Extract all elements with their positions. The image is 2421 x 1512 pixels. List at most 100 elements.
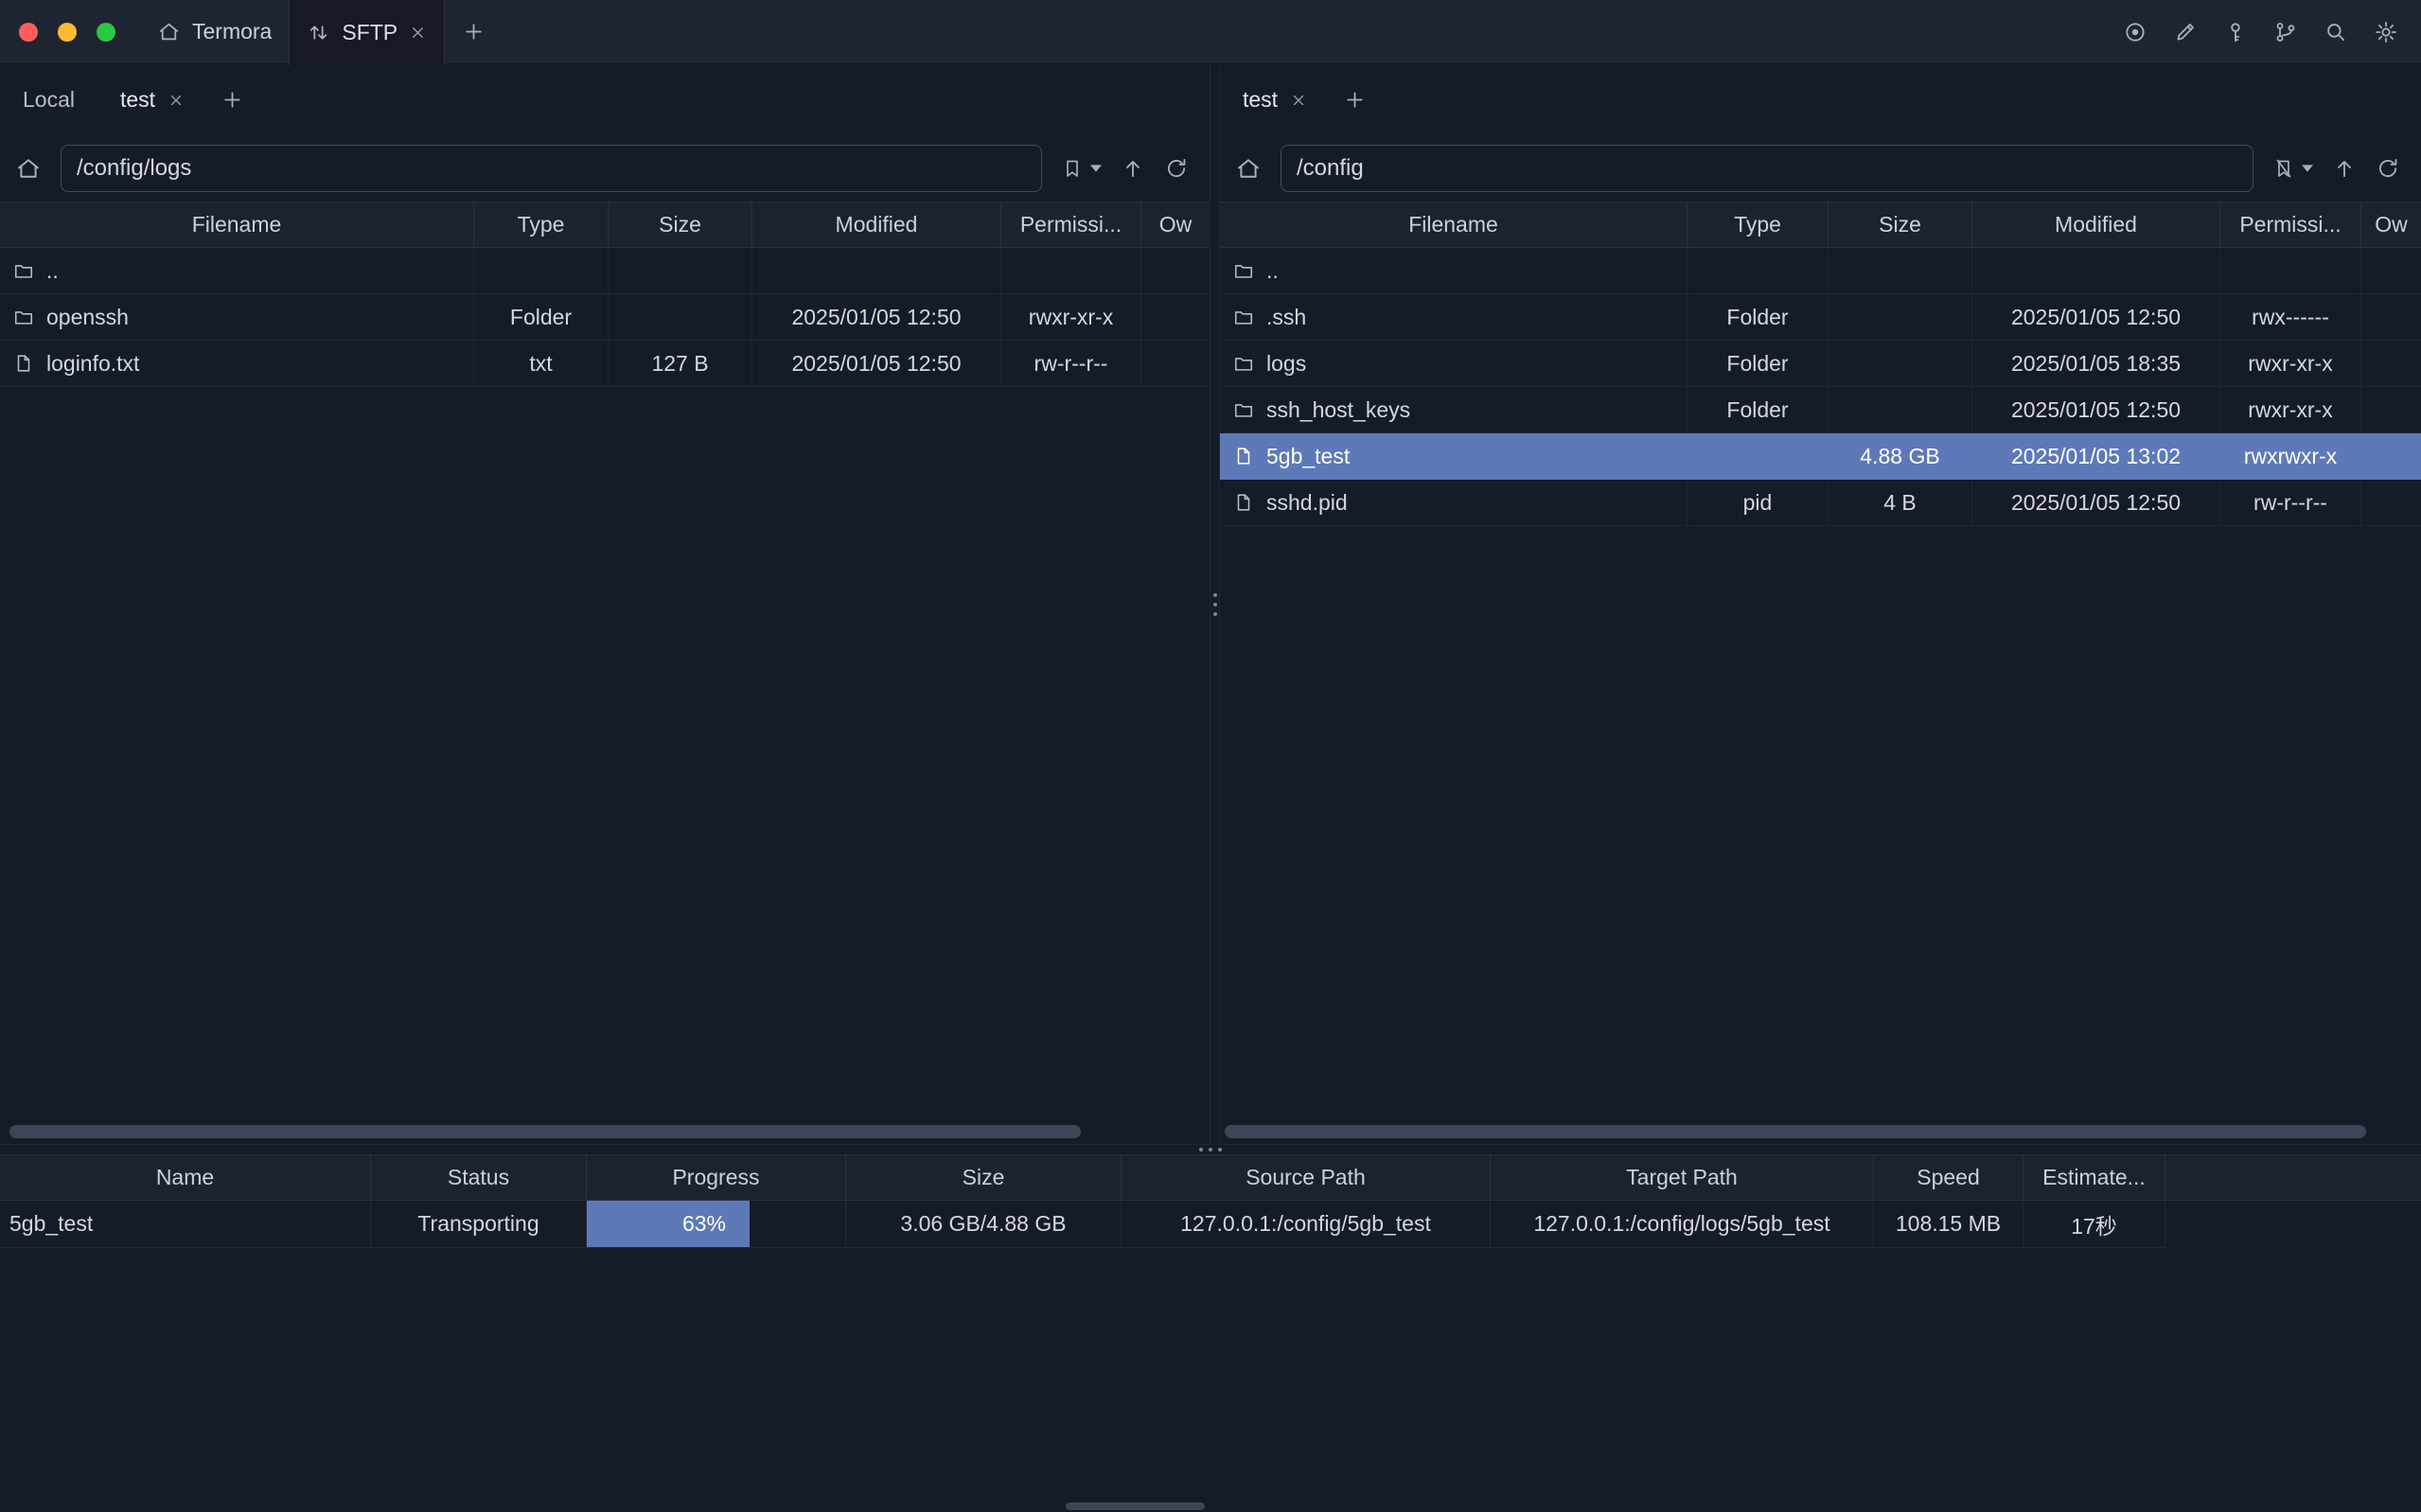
folder-icon <box>13 307 34 327</box>
size-cell <box>1829 248 1972 294</box>
owner-cell <box>2361 433 2421 480</box>
file-icon <box>13 353 34 374</box>
tab-label: SFTP <box>342 20 398 45</box>
horizontal-scrollbar-thumb[interactable] <box>9 1125 1081 1138</box>
modified-cell: 2025/01/05 12:50 <box>1972 480 2220 526</box>
edit-button[interactable] <box>2173 20 2198 44</box>
file-row-selected[interactable]: 5gb_test 4.88 GB 2025/01/05 13:02 rwxrwx… <box>1220 433 2421 480</box>
column-header-progress[interactable]: Progress <box>587 1155 846 1200</box>
column-header-filename[interactable]: Filename <box>1220 202 1688 247</box>
search-button[interactable] <box>2324 20 2348 44</box>
column-header-size[interactable]: Size <box>846 1155 1122 1200</box>
column-header-size[interactable]: Size <box>609 202 752 247</box>
new-window-tab-button[interactable] <box>445 0 503 63</box>
tab-test[interactable]: test <box>1228 87 1322 113</box>
column-header-status[interactable]: Status <box>371 1155 587 1200</box>
add-tab-button[interactable] <box>1337 88 1372 112</box>
refresh-button[interactable] <box>1164 156 1189 181</box>
file-icon <box>1233 446 1254 466</box>
bookmark-button[interactable] <box>1061 157 1102 180</box>
titlebar: Termora SFTP <box>0 0 2421 64</box>
column-header-filename[interactable]: Filename <box>0 202 474 247</box>
parent-directory-button[interactable] <box>2332 156 2357 181</box>
column-header-type[interactable]: Type <box>474 202 609 247</box>
tab-local[interactable]: Local <box>8 87 90 113</box>
home-button[interactable] <box>15 155 42 182</box>
filename-cell: .. <box>1220 248 1688 294</box>
close-tab-icon[interactable] <box>168 92 185 109</box>
file-row[interactable]: .. <box>1220 248 2421 294</box>
right-file-table-header: Filename Type Size Modified Permissi... … <box>1220 202 2421 248</box>
filename: .ssh <box>1266 305 1306 330</box>
parent-directory-button[interactable] <box>1121 156 1145 181</box>
column-header-permissions[interactable]: Permissi... <box>1001 202 1141 247</box>
transfer-row[interactable]: 5gb_test Transporting 63% 3.06 GB/4.88 G… <box>0 1201 2421 1248</box>
bookmark-button[interactable] <box>2272 157 2313 180</box>
vertical-splitter[interactable] <box>1210 64 1220 1144</box>
tab-label: test <box>1243 87 1278 113</box>
transfers-scrollbar-thumb[interactable] <box>1066 1503 1205 1510</box>
file-row[interactable]: .. <box>0 248 1210 294</box>
close-window-button[interactable] <box>19 23 38 42</box>
keygen-button[interactable] <box>2223 20 2248 44</box>
tab-test[interactable]: test <box>105 87 200 113</box>
pencil-icon <box>2173 20 2198 44</box>
file-row[interactable]: .ssh Folder 2025/01/05 12:50 rwx------ <box>1220 294 2421 341</box>
modified-cell <box>1972 248 2220 294</box>
file-row[interactable]: logs Folder 2025/01/05 18:35 rwxr-xr-x <box>1220 341 2421 387</box>
folder-icon <box>1233 399 1254 420</box>
key-icon <box>2223 20 2248 44</box>
owner-cell <box>2361 248 2421 294</box>
column-header-size[interactable]: Size <box>1829 202 1972 247</box>
bookmark-icon <box>1061 157 1084 180</box>
record-button[interactable] <box>2123 20 2147 44</box>
plus-icon <box>462 20 486 44</box>
column-header-permissions[interactable]: Permissi... <box>2220 202 2361 247</box>
owner-cell <box>2361 294 2421 341</box>
refresh-button[interactable] <box>2376 156 2400 181</box>
close-tab-icon[interactable] <box>1290 92 1307 109</box>
permissions-cell: rw-r--r-- <box>2220 480 2361 526</box>
tab-termora[interactable]: Termora <box>140 0 289 63</box>
settings-button[interactable] <box>2374 20 2398 44</box>
column-header-type[interactable]: Type <box>1688 202 1829 247</box>
column-header-source-path[interactable]: Source Path <box>1122 1155 1491 1200</box>
filename-cell: openssh <box>0 294 474 341</box>
file-row[interactable]: openssh Folder 2025/01/05 12:50 rwxr-xr-… <box>0 294 1210 341</box>
add-tab-button[interactable] <box>215 88 250 112</box>
path-input[interactable] <box>61 145 1042 192</box>
window-controls <box>0 0 140 63</box>
column-header-modified[interactable]: Modified <box>752 202 1001 247</box>
column-header-name[interactable]: Name <box>0 1155 371 1200</box>
branch-button[interactable] <box>2273 20 2298 44</box>
permissions-cell <box>1001 248 1141 294</box>
transfer-estimate-cell: 17秒 <box>2023 1201 2165 1248</box>
progress-bar: 63% <box>587 1201 750 1247</box>
path-input[interactable] <box>1281 145 2253 192</box>
horizontal-splitter[interactable] <box>0 1144 2421 1154</box>
zoom-window-button[interactable] <box>97 23 115 42</box>
owner-cell <box>1141 294 1210 341</box>
column-header-owner[interactable]: Ow <box>2361 202 2421 247</box>
horizontal-scrollbar-thumb[interactable] <box>1225 1125 2366 1138</box>
home-button[interactable] <box>1235 155 1262 182</box>
filename: 5gb_test <box>1266 444 1350 469</box>
filename-cell: loginfo.txt <box>0 341 474 387</box>
column-header-owner[interactable]: Ow <box>1141 202 1210 247</box>
tab-sftp[interactable]: SFTP <box>289 0 445 65</box>
column-header-speed[interactable]: Speed <box>1874 1155 2023 1200</box>
filename-cell: 5gb_test <box>1220 433 1688 480</box>
filename: logs <box>1266 351 1306 377</box>
file-row[interactable]: loginfo.txt txt 127 B 2025/01/05 12:50 r… <box>0 341 1210 387</box>
column-header-estimate[interactable]: Estimate... <box>2023 1155 2165 1200</box>
permissions-cell: rwx------ <box>2220 294 2361 341</box>
file-row[interactable]: ssh_host_keys Folder 2025/01/05 12:50 rw… <box>1220 387 2421 433</box>
owner-cell <box>2361 387 2421 433</box>
close-tab-icon[interactable] <box>409 24 427 42</box>
home-icon <box>157 20 181 44</box>
minimize-window-button[interactable] <box>58 23 77 42</box>
column-header-target-path[interactable]: Target Path <box>1491 1155 1874 1200</box>
file-row[interactable]: sshd.pid pid 4 B 2025/01/05 12:50 rw-r--… <box>1220 480 2421 526</box>
modified-cell <box>752 248 1001 294</box>
column-header-modified[interactable]: Modified <box>1972 202 2220 247</box>
